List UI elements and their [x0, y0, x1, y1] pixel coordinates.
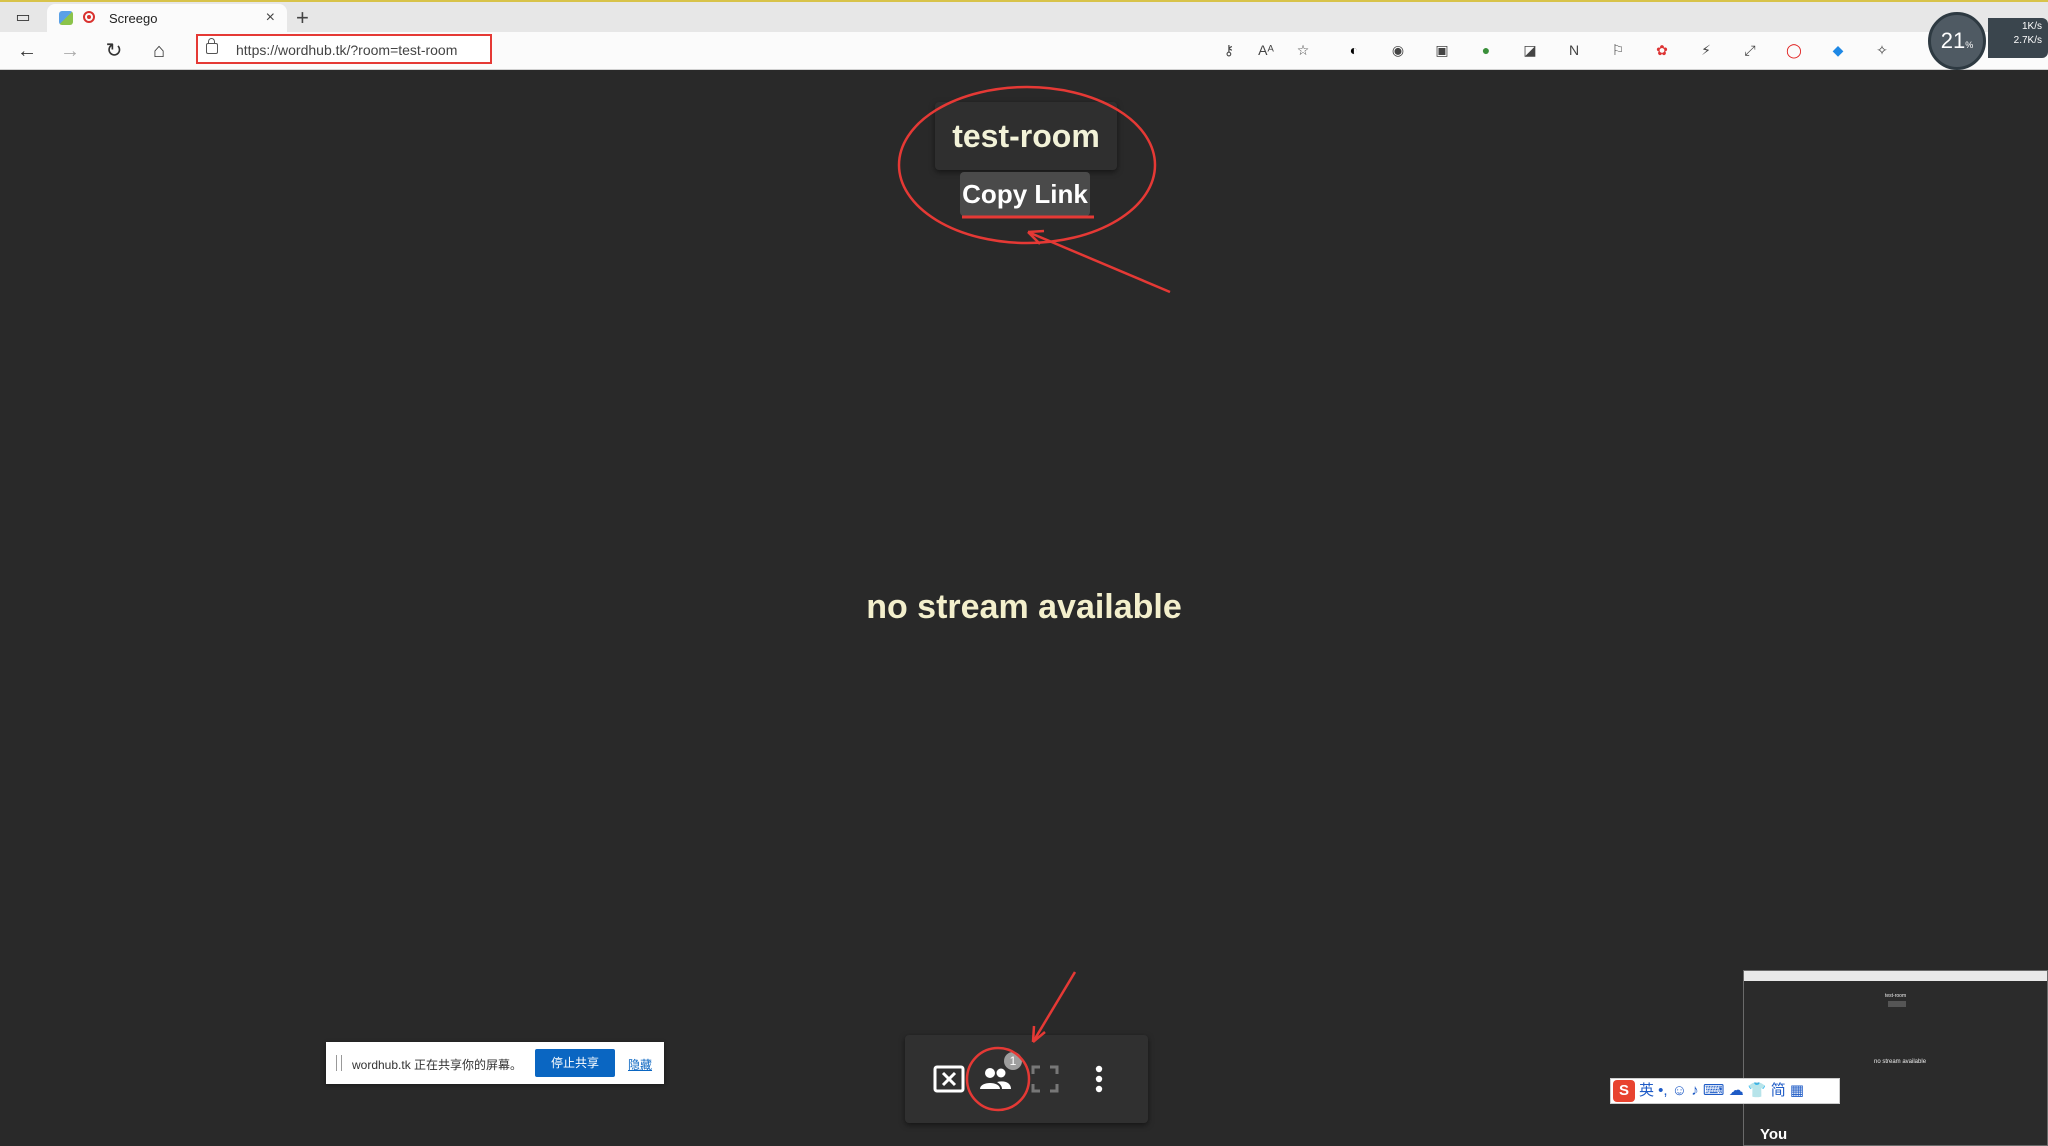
annotation-arrowhead-copy-link: [1027, 229, 1045, 245]
net-up: 1K/s: [2021, 21, 2042, 32]
cpu-unit: %: [1965, 40, 1974, 50]
extension-icon-10[interactable]: ◆: [1829, 41, 1847, 59]
share-message: wordhub.tk 正在共享你的屏幕。: [352, 1058, 523, 1072]
preview-copy-link: [1888, 1001, 1906, 1007]
tab-title: Screego: [109, 11, 158, 26]
more-vert-icon[interactable]: [1081, 1061, 1117, 1097]
extension-icon-9[interactable]: ⤢: [1741, 41, 1759, 59]
extension-icon-7[interactable]: ✿: [1653, 41, 1671, 59]
fullscreen-icon[interactable]: [1027, 1061, 1063, 1097]
extension-icon-4[interactable]: ●: [1477, 41, 1495, 59]
preview-label: You: [1760, 1126, 1788, 1143]
copy-link-button[interactable]: Copy Link: [960, 172, 1090, 216]
hide-link[interactable]: 隐藏: [628, 1056, 652, 1073]
extension-icon-3[interactable]: ▣: [1433, 41, 1451, 59]
home-button[interactable]: ⌂: [146, 38, 172, 64]
lock-icon[interactable]: [206, 38, 218, 54]
sogou-logo-icon: S: [1613, 1080, 1635, 1102]
ime-toolbar[interactable]: S英 •, ☺ ♪ ⌨ ☁ 👕 简 ▦: [1610, 1078, 1840, 1104]
ime-items: 英 •, ☺ ♪ ⌨ ☁ 👕 简 ▦: [1639, 1082, 1805, 1099]
annotation-arrow-copy-link: [1027, 230, 1171, 294]
room-title: test-room: [935, 102, 1117, 170]
favorite-icon[interactable]: ☆: [1294, 41, 1312, 59]
preview-browser-chrome: [1744, 971, 2047, 981]
tab-screego[interactable]: Screego ×: [47, 4, 287, 34]
stop-sharing-button[interactable]: 停止共享: [535, 1049, 615, 1077]
net-speed-widget: 1K/s 2.7K/s: [1988, 18, 2048, 58]
screen-share-notification: wordhub.tk 正在共享你的屏幕。 停止共享 隐藏: [326, 1042, 664, 1084]
browser-toolbar: ← → ↻ ⌂ https://wordhub.tk/?room=test-ro…: [0, 32, 2048, 70]
forward-button[interactable]: →: [57, 38, 83, 64]
users-count-badge: 1: [1004, 1052, 1022, 1070]
opera-icon[interactable]: ◯: [1785, 41, 1803, 59]
control-bar: [905, 1035, 1148, 1123]
read-aloud-icon[interactable]: Aᴬ: [1257, 41, 1275, 59]
new-tab-button[interactable]: +: [296, 5, 309, 31]
stop-sharing-icon[interactable]: [931, 1061, 967, 1097]
annotation-arrow-people: [1031, 971, 1077, 1043]
cpu-monitor-widget[interactable]: 21%: [1928, 12, 1986, 70]
extension-icon-6[interactable]: N: [1565, 41, 1583, 59]
preview-room-title: test-room: [1885, 993, 1907, 999]
tab-close-icon[interactable]: ×: [266, 9, 275, 27]
preview-no-stream: no stream available: [1874, 1059, 1927, 1065]
self-preview[interactable]: test-room no stream available You: [1743, 970, 2048, 1146]
tab-strip: ▭ Screego × +: [0, 0, 2048, 34]
tab-actions-icon[interactable]: ▭: [12, 8, 34, 28]
key-icon[interactable]: ⚷: [1220, 41, 1238, 59]
reload-button[interactable]: ↻: [101, 38, 127, 64]
cpu-value: 21: [1940, 28, 1966, 53]
extension-icon-8[interactable]: ⚡: [1697, 41, 1715, 59]
extensions-icon[interactable]: ✧: [1873, 41, 1891, 59]
bookmark-icon[interactable]: ⚐: [1609, 41, 1627, 59]
back-button[interactable]: ←: [14, 38, 40, 64]
address-bar[interactable]: https://wordhub.tk/?room=test-room: [196, 34, 492, 64]
no-stream-message: no stream available: [866, 588, 1182, 626]
net-down: 2.7K/s: [2013, 35, 2042, 46]
workspace-icon: [59, 11, 73, 25]
address-bar-url: https://wordhub.tk/?room=test-room: [236, 42, 458, 58]
extension-icon-2[interactable]: ◉: [1389, 41, 1407, 59]
drag-handle-icon[interactable]: [336, 1055, 342, 1071]
extension-icon-1[interactable]: ◐: [1345, 41, 1363, 59]
extension-icon-5[interactable]: ◪: [1521, 41, 1539, 59]
recording-icon: [83, 11, 95, 23]
